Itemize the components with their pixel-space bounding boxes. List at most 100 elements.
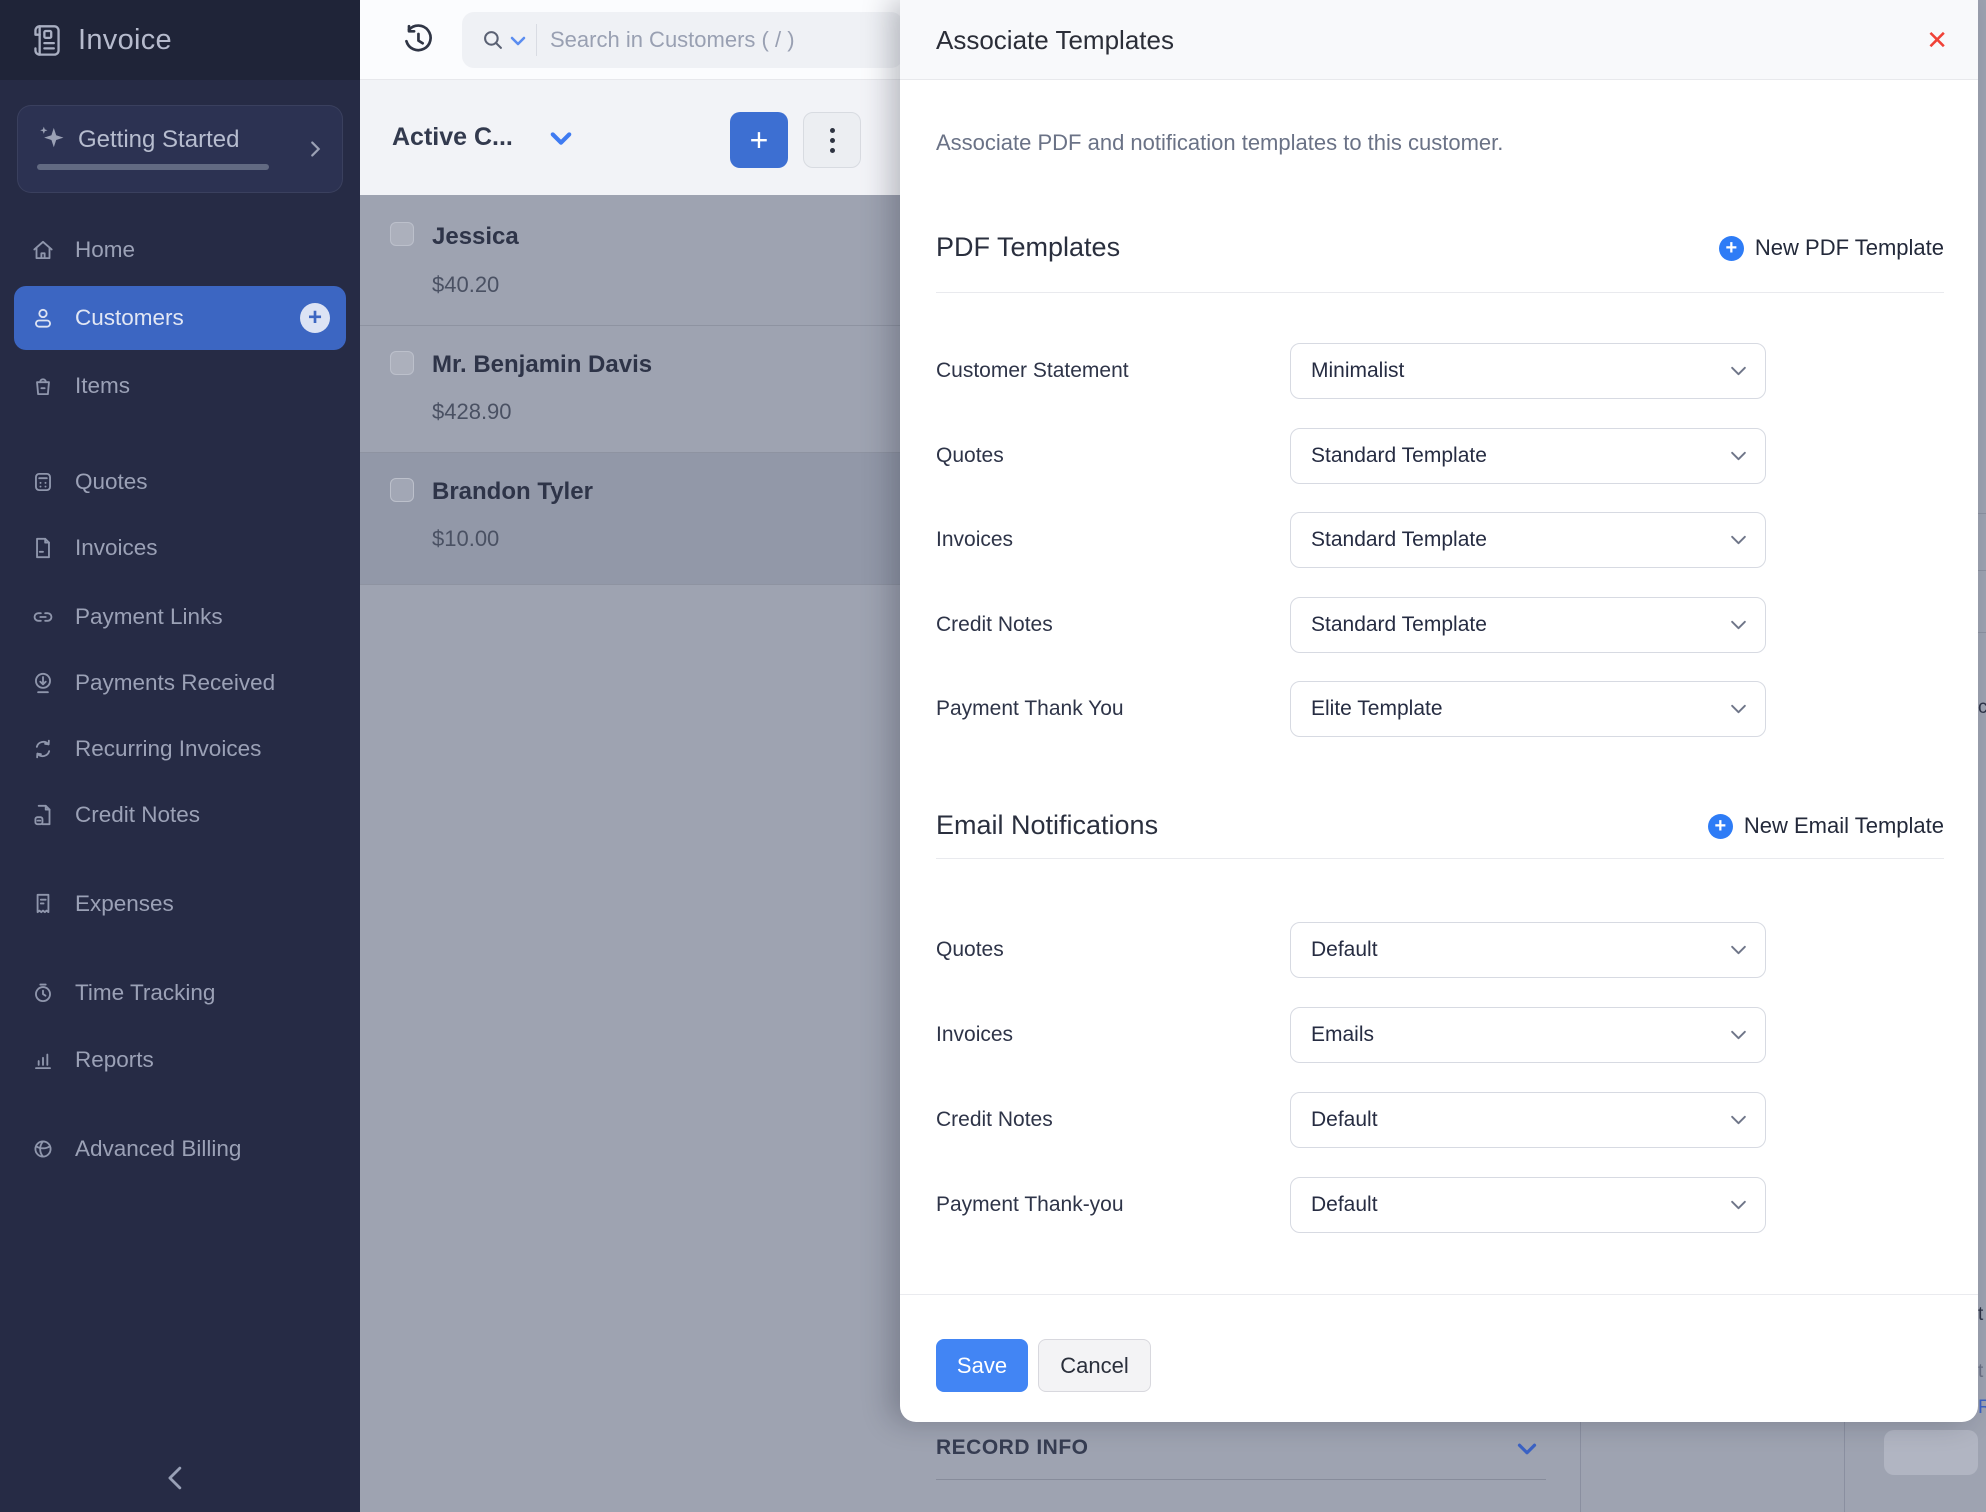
quotes-template-select[interactable]: Standard Template (1290, 428, 1766, 484)
save-button[interactable]: Save (936, 1339, 1028, 1392)
list-item[interactable]: Jessica $40.20 (360, 195, 900, 326)
list-more-menu-button[interactable] (803, 112, 861, 168)
dimmed-page-bottom: RECORD INFO (900, 1422, 1978, 1512)
clipped-text-fragment: c (1978, 698, 1986, 717)
row-checkbox[interactable] (390, 222, 414, 246)
plus-circle-icon: + (1719, 236, 1744, 261)
sidebar-item-time-tracking[interactable]: Time Tracking (14, 965, 346, 1021)
getting-started-label: Getting Started (78, 126, 239, 154)
getting-started-card[interactable]: Getting Started (17, 105, 343, 193)
modal-header: Associate Templates ✕ (900, 0, 1978, 80)
divider (936, 858, 1944, 859)
sidebar-item-label: Home (75, 237, 135, 263)
sidebar-item-items[interactable]: Items (14, 358, 346, 414)
invoices-template-select[interactable]: Standard Template (1290, 512, 1766, 568)
customer-amount: $10.00 (432, 526, 499, 552)
chevron-down-icon (1730, 534, 1747, 546)
topbar: Search in Customers ( / ) (360, 0, 900, 80)
field-label: Payment Thank-you (936, 1177, 1124, 1233)
sidebar-item-home[interactable]: Home (14, 222, 346, 278)
getting-started-progress (37, 164, 269, 170)
sidebar-item-reports[interactable]: Reports (14, 1032, 346, 1088)
chevron-down-icon (1730, 703, 1747, 715)
search-scope-chevron-icon[interactable] (510, 35, 526, 47)
new-pdf-template-button[interactable]: + New PDF Template (1719, 235, 1944, 261)
sidebar-item-quotes[interactable]: Quotes (14, 454, 346, 510)
globe-icon (30, 1136, 56, 1162)
sidebar-item-payments-received[interactable]: Payments Received (14, 655, 346, 711)
invoices-email-select[interactable]: Emails (1290, 1007, 1766, 1063)
plus-circle-icon: + (1708, 814, 1733, 839)
search-input[interactable]: Search in Customers ( / ) (462, 12, 903, 68)
sidebar-item-label: Quotes (75, 469, 148, 495)
dimmed-card-fragment (1884, 1430, 1978, 1475)
sidebar-item-payment-links[interactable]: Payment Links (14, 589, 346, 645)
search-placeholder: Search in Customers ( / ) (550, 12, 795, 68)
sidebar-item-advanced-billing[interactable]: Advanced Billing (14, 1121, 346, 1177)
modal-title: Associate Templates (936, 0, 1174, 80)
sidebar-item-expenses[interactable]: Expenses (14, 876, 346, 932)
chevron-down-icon (1730, 365, 1747, 377)
customers-list: Jessica $40.20 Mr. Benjamin Davis $428.9… (360, 195, 900, 1512)
sidebar-item-label: Invoices (75, 535, 158, 561)
quotes-email-select[interactable]: Default (1290, 922, 1766, 978)
payment-received-icon (30, 670, 56, 696)
field-label: Payment Thank You (936, 681, 1124, 737)
sidebar-item-label: Advanced Billing (75, 1136, 241, 1162)
credit-notes-template-select[interactable]: Standard Template (1290, 597, 1766, 653)
field-label: Quotes (936, 922, 1004, 978)
close-icon[interactable]: ✕ (1926, 0, 1948, 80)
sidebar-item-label: Reports (75, 1047, 154, 1073)
row-checkbox[interactable] (390, 478, 414, 502)
sidebar-item-credit-notes[interactable]: Credit Notes (14, 787, 346, 843)
field-label: Invoices (936, 1007, 1013, 1063)
sparkle-icon (34, 120, 72, 158)
bar-chart-icon (30, 1047, 56, 1073)
field-label: Customer Statement (936, 343, 1129, 399)
list-item-selected[interactable]: Brandon Tyler $10.00 (360, 453, 900, 585)
collapse-sidebar-icon[interactable] (160, 1458, 194, 1498)
payment-thank-you-template-select[interactable]: Elite Template (1290, 681, 1766, 737)
row-checkbox[interactable] (390, 351, 414, 375)
customer-name: Jessica (432, 223, 519, 251)
sidebar-item-label: Items (75, 373, 130, 399)
divider (1580, 1422, 1581, 1512)
chevron-down-icon (1730, 944, 1747, 956)
credit-notes-email-select[interactable]: Default (1290, 1092, 1766, 1148)
sidebar-item-label: Payments Received (75, 670, 275, 696)
sidebar-item-invoices[interactable]: Invoices (14, 520, 346, 576)
divider (936, 1479, 1546, 1480)
chevron-down-icon (1730, 1199, 1747, 1211)
list-filter-dropdown[interactable]: Active C... (392, 80, 513, 195)
filter-chevron-down-icon[interactable] (550, 131, 572, 146)
sidebar-item-label: Payment Links (75, 604, 223, 630)
app-title: Invoice (78, 0, 172, 80)
list-item[interactable]: Mr. Benjamin Davis $428.90 (360, 326, 900, 453)
chevron-down-icon (1730, 1114, 1747, 1126)
customer-statement-template-select[interactable]: Minimalist (1290, 343, 1766, 399)
field-label: Credit Notes (936, 1092, 1053, 1148)
payment-thank-you-email-select[interactable]: Default (1290, 1177, 1766, 1233)
search-icon (480, 27, 506, 53)
sidebar-item-recurring-invoices[interactable]: Recurring Invoices (14, 721, 346, 777)
record-info-section-header[interactable]: RECORD INFO (936, 1436, 1089, 1460)
sidebar-item-label: Recurring Invoices (75, 736, 261, 762)
chevron-down-icon (1730, 619, 1747, 631)
cancel-button[interactable]: Cancel (1038, 1339, 1151, 1392)
stopwatch-icon (30, 980, 56, 1006)
app-window: Invoice Getting Started Home Custome (0, 0, 1986, 1512)
bag-icon (30, 373, 56, 399)
new-pdf-template-label: New PDF Template (1755, 235, 1944, 261)
sidebar-item-customers[interactable]: Customers + (14, 286, 346, 350)
new-email-template-button[interactable]: + New Email Template (1708, 813, 1944, 839)
recent-history-icon[interactable] (400, 22, 436, 58)
sidebar-item-label: Customers (75, 305, 184, 331)
divider (936, 292, 1944, 293)
chevron-right-icon (304, 138, 326, 160)
invoice-logo-icon (26, 20, 68, 62)
new-customer-button[interactable]: + (730, 112, 788, 168)
home-icon (30, 237, 56, 263)
add-customer-icon[interactable]: + (300, 303, 330, 333)
link-icon (30, 604, 56, 630)
record-info-chevron-icon[interactable] (1517, 1442, 1537, 1456)
